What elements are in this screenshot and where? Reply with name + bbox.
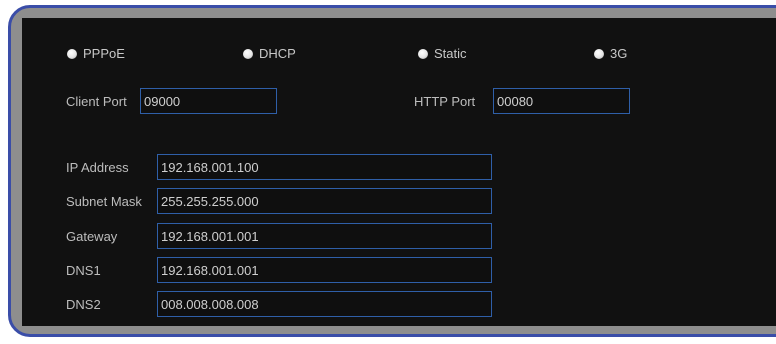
dns2-input[interactable]: 008.008.008.008 (157, 291, 492, 317)
radio-static-label: Static (434, 46, 467, 61)
radio-pppoe-label: PPPoE (83, 46, 125, 61)
radio-dot-icon (594, 48, 604, 59)
client-port-label: Client Port (66, 94, 127, 109)
subnet-mask-label: Subnet Mask (66, 194, 142, 209)
radio-dhcp[interactable]: DHCP (243, 46, 296, 61)
subnet-mask-input[interactable]: 255.255.255.000 (157, 188, 492, 214)
gateway-label: Gateway (66, 229, 118, 244)
radio-3g[interactable]: 3G (594, 46, 627, 61)
ip-address-label: IP Address (66, 160, 129, 175)
dns1-input[interactable]: 192.168.001.001 (157, 257, 492, 283)
http-port-label: HTTP Port (414, 94, 476, 109)
radio-dhcp-label: DHCP (259, 46, 296, 61)
radio-3g-label: 3G (610, 46, 628, 61)
dns2-label: DNS2 (66, 297, 101, 312)
client-port-input[interactable]: 09000 (140, 88, 277, 114)
gateway-input[interactable]: 192.168.001.001 (157, 223, 492, 249)
radio-dot-icon (418, 48, 428, 59)
http-port-input[interactable]: 00080 (493, 88, 630, 114)
radio-dot-icon (243, 48, 253, 59)
radio-dot-icon (67, 48, 77, 59)
dns1-label: DNS1 (66, 263, 101, 278)
radio-static[interactable]: Static (418, 46, 467, 61)
ip-address-input[interactable]: 192.168.001.100 (157, 154, 492, 180)
radio-pppoe[interactable]: PPPoE (67, 46, 125, 61)
